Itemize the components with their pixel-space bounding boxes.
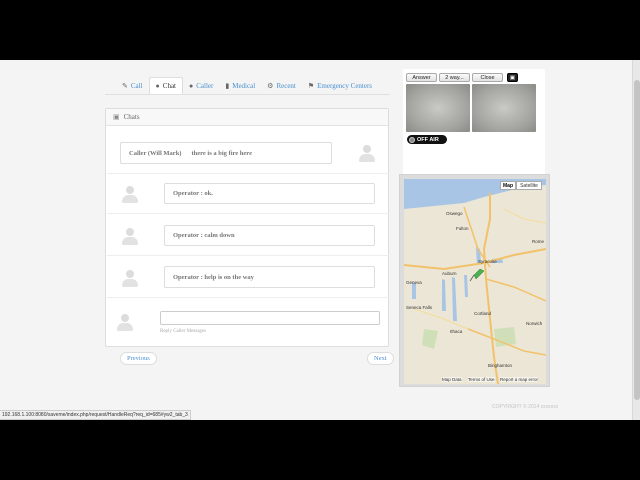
chat-message-operator: Operator : ok. — [164, 183, 375, 204]
map-type-map-button[interactable]: Map — [500, 181, 516, 190]
map-label: Fulton — [456, 226, 469, 231]
map-label: Cortland — [474, 311, 492, 316]
map-label: Rome — [532, 239, 545, 244]
local-video — [406, 84, 470, 132]
map-label: Ithaca — [450, 329, 463, 334]
message-divider — [107, 255, 389, 256]
status-dot-icon — [409, 136, 415, 143]
chat-title: Chats — [123, 113, 140, 121]
map-label: Oswego — [446, 211, 463, 216]
message-sender: Operator — [173, 232, 199, 239]
tab-chat[interactable]: ● Chat — [148, 77, 184, 95]
map-label: Geneva — [406, 280, 422, 285]
scrollbar-thumb[interactable] — [634, 80, 640, 400]
medical-icon: ▮ — [225, 82, 230, 90]
message-text: calm down — [204, 232, 235, 239]
tab-call[interactable]: ✎ Call — [116, 77, 149, 95]
terms-link[interactable]: Terms of Use — [468, 377, 495, 382]
copyright-text: COPYRIGHT © 2014 xxxxxxx — [492, 404, 559, 410]
next-button[interactable]: Next — [367, 352, 394, 365]
map-data-link[interactable]: Map Data — [442, 377, 462, 382]
map-label: Seneca Falls — [406, 305, 433, 310]
map-type-satellite-button[interactable]: Satellite — [516, 181, 542, 190]
pencil-icon: ✎ — [122, 82, 128, 90]
chat-message-caller: Caller (Will Mark) there is a big fire h… — [120, 142, 332, 164]
tab-label: Caller — [196, 82, 214, 90]
map-label: Norwich — [526, 321, 543, 326]
tab-label: Call — [130, 82, 143, 90]
tabs-divider — [105, 94, 390, 95]
reply-hint: Reply Caller Messages — [160, 329, 207, 334]
user-icon: ● — [189, 82, 194, 90]
remote-video — [472, 84, 536, 132]
message-text: there is a big fire here — [191, 149, 252, 157]
off-air-badge: OFF AIR — [407, 135, 447, 144]
tab-label: Chat — [162, 82, 177, 90]
answer-button[interactable]: Answer — [406, 73, 437, 82]
tab-bar: ✎ Call ● Chat ● Caller ▮ Medical ⚙ Recen… — [116, 77, 378, 95]
flag-icon: ⚑ — [307, 82, 315, 90]
operator-avatar — [121, 227, 139, 245]
chat-message-operator: Operator : calm down — [164, 225, 375, 246]
tab-label: Recent — [276, 82, 296, 90]
map-label: Syracuse — [478, 259, 497, 264]
status-bar-url: 192.168.1.100:8080/saveme/index.php/requ… — [0, 410, 191, 420]
operator-avatar — [121, 269, 139, 287]
tab-medical[interactable]: ▮ Medical — [219, 77, 261, 95]
close-button[interactable]: Close — [472, 73, 503, 82]
reply-input[interactable] — [160, 311, 380, 325]
page-scrollbar[interactable] — [632, 60, 640, 420]
operator-avatar — [116, 313, 134, 331]
gear-icon: ⚙ — [267, 82, 274, 90]
previous-button[interactable]: Previous — [120, 352, 157, 365]
tab-emergency-centers[interactable]: ⚑ Emergency Centers — [302, 77, 378, 95]
message-sender: Caller (Will Mark) — [129, 149, 182, 157]
message-text: help is on the way — [204, 273, 254, 281]
message-sender: Operator — [173, 273, 199, 281]
message-sender: Operator — [173, 190, 199, 197]
chat-message-operator: Operator : help is on the way — [164, 266, 375, 288]
video-panel: Answer 2 way... Close ▣ OFF AIR — [403, 69, 545, 177]
browser-viewport: ✎ Call ● Chat ● Caller ▮ Medical ⚙ Recen… — [0, 60, 640, 420]
map-frame: Map Satellite Oswego Fulton Syracuse Aub… — [399, 174, 550, 387]
user-icon: ● — [155, 82, 160, 90]
message-divider — [107, 213, 389, 214]
message-divider — [107, 297, 389, 298]
tab-recent[interactable]: ⚙ Recent — [261, 77, 302, 95]
report-error-link[interactable]: Report a map error — [500, 377, 539, 382]
chat-header: ▣ Chats — [106, 109, 388, 126]
status-label: OFF AIR — [417, 136, 439, 143]
chat-panel: ▣ Chats Caller (Will Mark) there is a bi… — [105, 108, 389, 347]
operator-avatar — [121, 185, 139, 203]
map-label: Binghamton — [488, 363, 513, 368]
caller-avatar — [358, 144, 376, 162]
tab-caller[interactable]: ● Caller — [183, 77, 219, 95]
map-label: Auburn — [442, 271, 457, 276]
message-divider — [107, 173, 389, 174]
two-way-button[interactable]: 2 way... — [439, 73, 470, 82]
message-text: ok. — [204, 190, 213, 197]
chat-icon: ▣ — [113, 113, 120, 121]
map-view[interactable]: Map Satellite Oswego Fulton Syracuse Aub… — [404, 179, 546, 384]
fullscreen-icon[interactable]: ▣ — [507, 73, 518, 82]
map-canvas — [404, 179, 546, 384]
tab-label: Emergency Centers — [317, 82, 373, 90]
tab-label: Medical — [232, 82, 256, 90]
